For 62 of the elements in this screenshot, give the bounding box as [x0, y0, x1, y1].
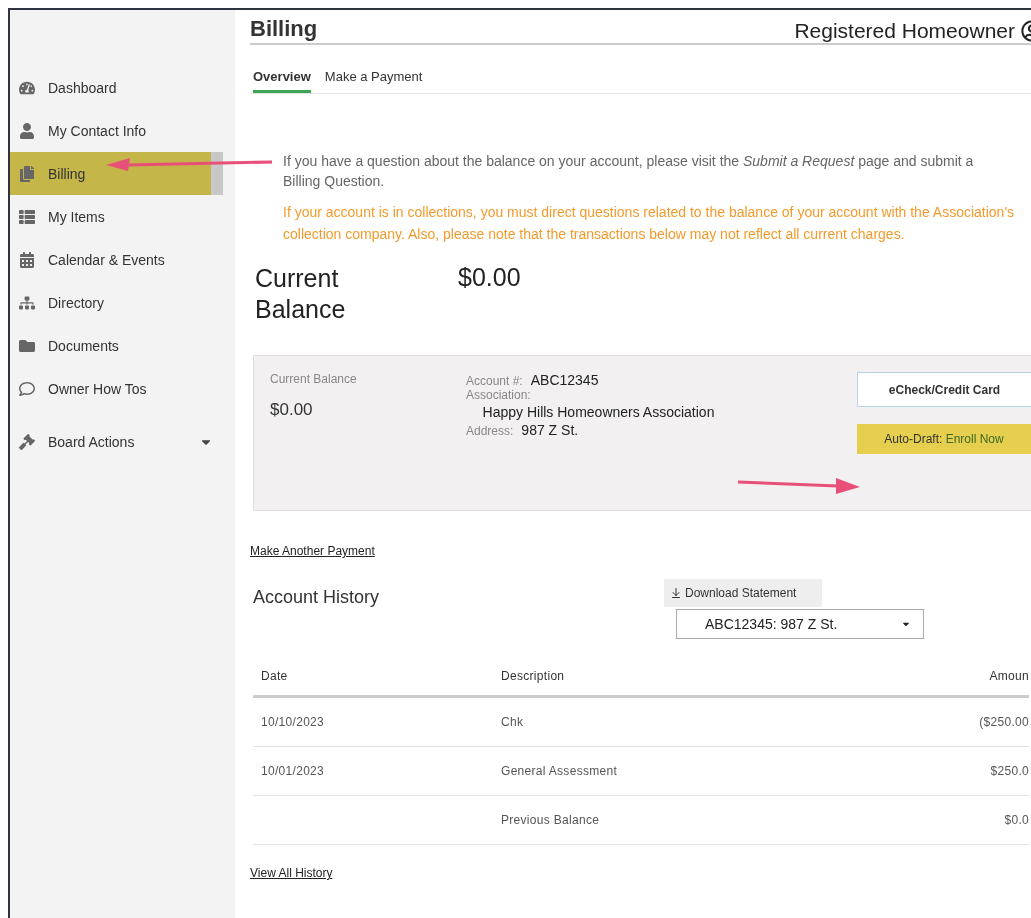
- payment-button[interactable]: eCheck/Credit Card: [857, 372, 1031, 407]
- sidebar-item[interactable]: Documents: [10, 324, 235, 367]
- history-title: Account History: [253, 587, 381, 609]
- account-select[interactable]: ABC12345: 987 Z St.: [676, 609, 924, 639]
- sidebar-item[interactable]: Billing: [10, 152, 223, 195]
- sidebar-label: Owner How Tos: [48, 380, 148, 397]
- field-value: 987 Z St.: [521, 422, 579, 438]
- sidebar-item[interactable]: Board Actions: [10, 420, 235, 463]
- field-label: Address:: [466, 424, 514, 438]
- sidebar-label: Documents: [48, 337, 120, 354]
- balance-value: $0.00: [270, 400, 314, 420]
- table-cell-text: $250.0: [989, 764, 1029, 778]
- table-cell-text: Chk: [501, 715, 525, 729]
- folder-icon: [18, 337, 36, 354]
- sidebar-label: Dashboard: [48, 79, 118, 96]
- field-value: ABC12345: [530, 372, 599, 388]
- calendar-icon: [18, 251, 36, 268]
- sidebar-label: Billing: [48, 165, 87, 182]
- sidebar-item[interactable]: Calendar & Events: [10, 238, 235, 281]
- balance-amount: $0.00: [458, 263, 521, 293]
- download-button[interactable]: Download Statement: [664, 579, 822, 607]
- sidebar-item[interactable]: Directory: [10, 281, 235, 324]
- sitemap-icon: [18, 294, 36, 311]
- table-cell-text: 10/01/2023: [260, 764, 326, 778]
- gauge-icon: [18, 79, 36, 96]
- sidebar-item[interactable]: My Contact Info: [10, 109, 235, 152]
- table-cell-text: 10/10/2023: [260, 715, 326, 729]
- sidebar-item[interactable]: My Items: [10, 195, 235, 238]
- user-role: Registered Homeowner: [794, 19, 1015, 43]
- sidebar-label: Directory: [48, 294, 105, 311]
- field-value: Happy Hills Homeowners Association: [481, 403, 716, 422]
- tab[interactable]: Overview: [253, 69, 311, 93]
- tab[interactable]: Make a Payment: [324, 69, 423, 93]
- download-icon: [670, 587, 682, 599]
- auto-draft-button[interactable]: Auto-Draft: Enroll Now: [857, 424, 1031, 454]
- billing-info-text: If you have a question about the balance on your account, please visit the Submit a Request page and submit a Billing Question.: [283, 152, 975, 191]
- table-cell-text: Previous Balance: [501, 813, 601, 827]
- sidebar-label: My Contact Info: [48, 122, 148, 139]
- column-header: Date: [260, 669, 289, 683]
- copy-icon: [18, 165, 36, 182]
- list-icon: [18, 208, 36, 225]
- sidebar-label: My Items: [48, 208, 106, 225]
- table-cell-text: General Assessment: [501, 764, 619, 778]
- column-header: Description: [501, 669, 566, 683]
- sidebar-label: Calendar & Events: [48, 251, 166, 268]
- comment-icon: [18, 380, 36, 397]
- column-header: Amoun: [988, 669, 1029, 683]
- view-history-link[interactable]: View All History: [250, 866, 333, 880]
- sidebar-label: Board Actions: [48, 433, 136, 450]
- user-icon: [18, 122, 36, 139]
- table-cell-text: ($250.00: [978, 715, 1029, 729]
- page-title: Billing: [250, 15, 318, 43]
- collections-warning: If your account is in collections, you must direct questions related to the balance of your account with the Association's collection company. Also, please note that the transactions below may not reflect all current charges.: [283, 203, 1016, 244]
- make-payment-link[interactable]: Make Another Payment: [250, 544, 375, 558]
- table-cell-text: $0.0: [1003, 813, 1029, 827]
- gavel-icon: [18, 433, 36, 450]
- field-label: Association:: [466, 388, 531, 402]
- sidebar-item[interactable]: Dashboard: [10, 66, 235, 109]
- balance-heading: Current Balance: [255, 263, 347, 325]
- field-label: Account #:: [466, 374, 523, 388]
- balance-label: Current Balance: [270, 372, 358, 386]
- sidebar-item[interactable]: Owner How Tos: [10, 367, 235, 410]
